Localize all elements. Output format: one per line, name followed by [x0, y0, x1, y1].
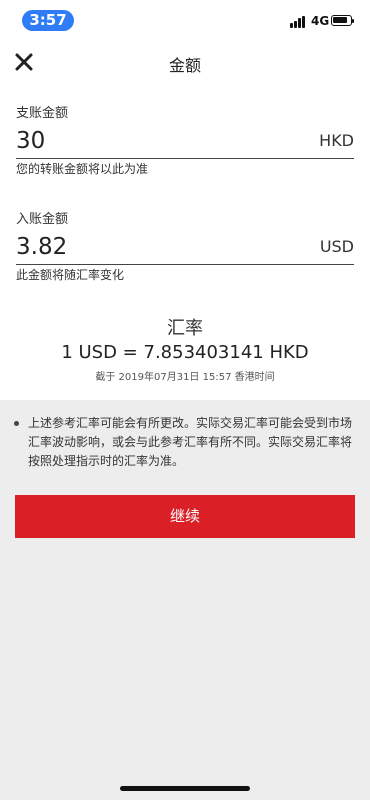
pay-amount-value: 30	[16, 128, 46, 154]
signal-icon	[290, 14, 308, 28]
amount-panel: 支账金额 30 HKD 您的转账金额将以此为准 入账金额 3.82 USD 此金…	[0, 84, 370, 400]
receive-amount-field[interactable]: 3.82 USD	[16, 228, 354, 265]
status-time: 3:57	[22, 10, 74, 31]
pay-currency: HKD	[319, 131, 354, 150]
pay-amount-hint: 您的转账金额将以此为准	[16, 162, 149, 176]
exchange-rate-block: 汇率 1 USD = 7.853403141 HKD 截于 2019年07月31…	[0, 314, 370, 383]
header: 金额	[0, 42, 370, 84]
continue-button[interactable]: 继续	[15, 495, 355, 538]
home-indicator[interactable]	[120, 786, 250, 791]
status-bar: 3:57 4G	[0, 0, 370, 42]
pay-amount-label: 支账金额	[16, 106, 69, 121]
exchange-rate-value: 1 USD = 7.853403141 HKD	[61, 342, 309, 363]
pay-amount-field[interactable]: 30 HKD	[16, 122, 354, 159]
network-type: 4G	[311, 14, 330, 28]
receive-amount-value: 3.82	[16, 234, 68, 260]
bullet-icon	[14, 421, 19, 426]
receive-amount-hint: 此金额将随汇率变化	[16, 268, 125, 282]
receive-amount-label: 入账金额	[16, 212, 69, 227]
battery-icon	[331, 15, 354, 26]
exchange-rate-timestamp: 截于 2019年07月31日 15:57 香港时间	[95, 372, 275, 383]
exchange-rate-title: 汇率	[167, 318, 203, 339]
receive-currency: USD	[319, 237, 354, 256]
rate-disclaimer-text: 上述参考汇率可能会有所更改。实际交易汇率可能会受到市场汇率波动影响，或会与此参考…	[28, 416, 353, 468]
page-title: 金额	[168, 56, 201, 75]
